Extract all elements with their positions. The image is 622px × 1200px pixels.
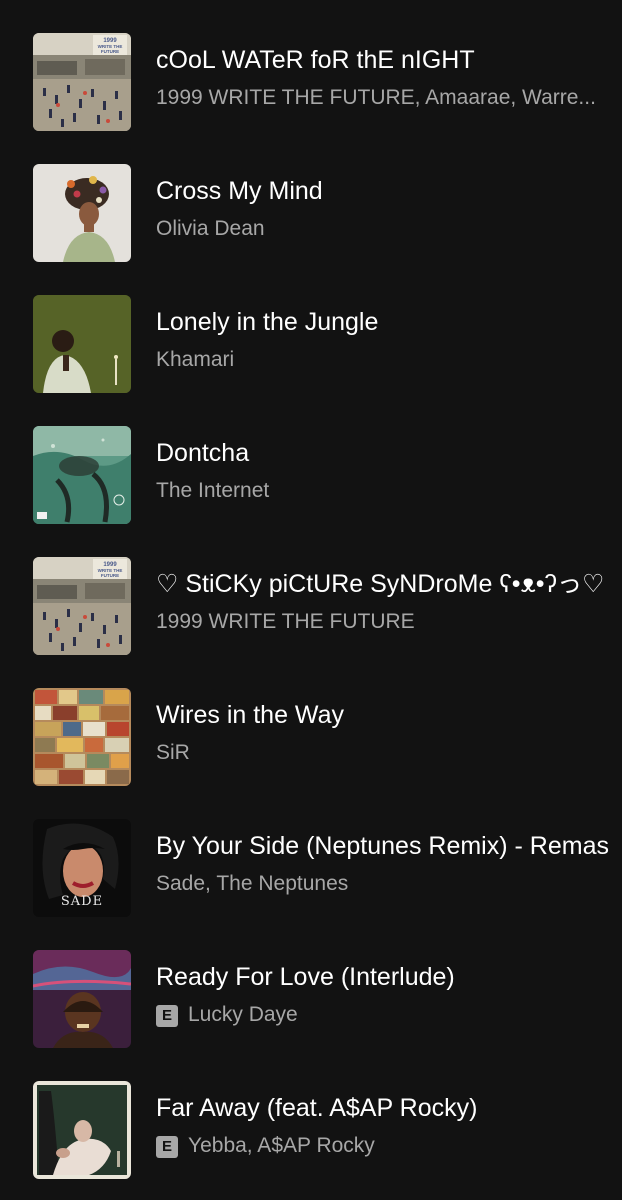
album-art-sir (33, 688, 131, 786)
sade-cover-text: SADE (61, 894, 103, 909)
track-artists: Lucky Daye (188, 1003, 298, 1026)
track-row[interactable]: Lonely in the Jungle Khamari (0, 295, 622, 395)
album-art-olivia-dean (33, 164, 131, 262)
track-artists: Yebba, A$AP Rocky (188, 1134, 375, 1157)
track-title: ♡ StiCKy piCtURe SyNDroMe ʕ•ᴥ•ʔっ♡ (156, 570, 605, 598)
track-artists: Sade, The Neptunes (156, 872, 349, 895)
track-artists: Olivia Dean (156, 217, 265, 240)
track-title: cOoL WATeR foR thE nIGHT (156, 46, 475, 74)
track-artists-line: E Lucky Daye (156, 1002, 616, 1028)
track-row[interactable]: SADE By Your Side (Neptunes Remix) - Rem… (0, 819, 622, 919)
album-art-yebba (33, 1081, 131, 1179)
track-artists-line: E Yebba, A$AP Rocky (156, 1133, 616, 1159)
track-row[interactable]: 1999 WRITE THE FUTURE ♡ StiCKy piCtURe S… (0, 557, 622, 657)
explicit-badge: E (156, 1136, 178, 1158)
svg-text:FUTURE: FUTURE (101, 573, 119, 578)
track-row[interactable]: Dontcha The Internet (0, 426, 622, 526)
track-row[interactable]: Wires in the Way SiR (0, 688, 622, 788)
track-row[interactable]: Cross My Mind Olivia Dean (0, 164, 622, 264)
album-art-khamari (33, 295, 131, 393)
album-art-sade: SADE (33, 819, 131, 917)
track-row[interactable]: Ready For Love (Interlude) E Lucky Daye (0, 950, 622, 1050)
track-artists: SiR (156, 741, 190, 764)
track-title: By Your Side (Neptunes Remix) - Remas (156, 832, 609, 860)
track-row[interactable]: 1999 WRITE THE FUTURE cOoL WATeR foR thE… (0, 33, 622, 133)
track-artists: 1999 WRITE THE FUTURE (156, 610, 415, 633)
track-title: Ready For Love (Interlude) (156, 963, 455, 991)
svg-text:FUTURE: FUTURE (101, 49, 119, 54)
track-title: Dontcha (156, 439, 250, 467)
track-title: Wires in the Way (156, 701, 345, 729)
album-art-lucky-daye (33, 950, 131, 1048)
track-artists: The Internet (156, 479, 270, 502)
album-art-1999-write-the-future: 1999 WRITE THE FUTURE (33, 33, 131, 131)
album-art-1999-write-the-future: 1999 WRITE THE FUTURE (33, 557, 131, 655)
track-artists: Khamari (156, 348, 235, 371)
explicit-badge: E (156, 1005, 178, 1027)
track-row[interactable]: Far Away (feat. A$AP Rocky) E Yebba, A$AP… (0, 1081, 622, 1181)
album-art-the-internet (33, 426, 131, 524)
track-artists: 1999 WRITE THE FUTURE, Amaarae, Warre... (156, 86, 596, 109)
track-title: Lonely in the Jungle (156, 308, 379, 336)
track-title: Far Away (feat. A$AP Rocky) (156, 1094, 478, 1122)
track-title: Cross My Mind (156, 177, 323, 205)
